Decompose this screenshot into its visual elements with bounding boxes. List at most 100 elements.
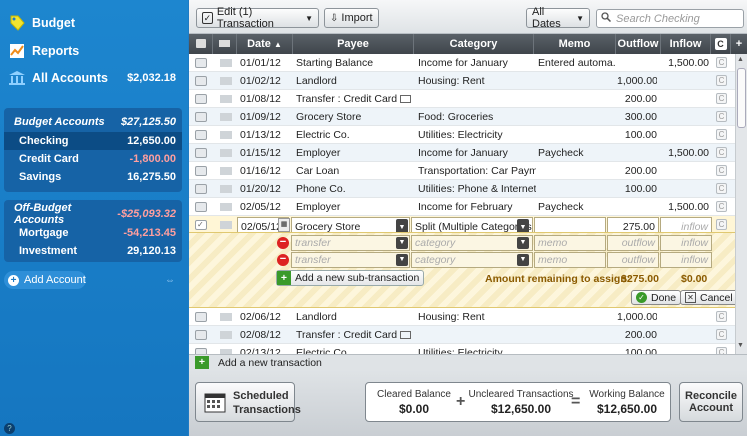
scheduled-transactions-button[interactable]: Scheduled Transactions — [195, 382, 301, 422]
row-checkbox[interactable] — [195, 94, 207, 104]
sub-category-dropdown-icon[interactable]: ▼ — [517, 254, 529, 266]
category-column-header[interactable]: Category — [414, 34, 534, 54]
cleared-toggle[interactable]: C — [716, 219, 727, 230]
row-checkbox[interactable] — [195, 76, 207, 86]
account-credit-card[interactable]: Credit Card -1,800.00 — [4, 150, 182, 168]
scrollbar-thumb[interactable] — [737, 68, 746, 128]
row-checkbox[interactable]: ✓ — [195, 220, 207, 230]
select-all-checkbox[interactable] — [189, 34, 213, 54]
remove-sub-transaction-icon[interactable]: − — [277, 237, 289, 249]
flag-icon[interactable] — [220, 131, 232, 139]
row-checkbox[interactable] — [195, 330, 207, 340]
cleared-toggle[interactable]: C — [716, 57, 727, 68]
sub-memo-field[interactable]: memo — [534, 235, 606, 251]
date-column-header[interactable]: Date ▲ — [237, 34, 293, 54]
sub-category-field[interactable]: category — [411, 252, 533, 268]
flag-icon[interactable] — [220, 167, 232, 175]
memo-column-header[interactable]: Memo — [534, 34, 616, 54]
cleared-column-header[interactable]: C — [711, 34, 731, 54]
nav-all-accounts[interactable]: All Accounts $2,032.18 — [0, 64, 188, 91]
sub-category-field[interactable]: category — [411, 235, 533, 251]
nav-budget[interactable]: Budget — [0, 9, 188, 36]
flag-icon[interactable] — [220, 77, 232, 85]
cleared-toggle[interactable]: C — [716, 165, 727, 176]
sub-payee-dropdown-icon[interactable]: ▼ — [396, 254, 408, 266]
search-input[interactable]: Search Checking — [596, 9, 744, 28]
flag-column-header[interactable] — [213, 34, 237, 54]
resize-handle-icon[interactable]: ⇔ — [165, 275, 175, 286]
outflow-column-header[interactable]: Outflow — [616, 34, 661, 54]
table-row[interactable]: 01/09/12 Grocery Store Food: Groceries 300.… — [189, 108, 735, 126]
table-row[interactable]: 02/05/12 Employer Income for February Paych… — [189, 198, 735, 216]
sub-inflow-field[interactable]: inflow — [660, 252, 712, 268]
cleared-toggle[interactable]: C — [716, 183, 727, 194]
table-row[interactable]: 01/13/12 Electric Co. Utilities: Electrici… — [189, 126, 735, 144]
remove-sub-transaction-icon[interactable]: − — [277, 254, 289, 266]
scroll-up-icon[interactable]: ▲ — [737, 56, 744, 63]
add-account-button[interactable]: + Add Account — [4, 271, 86, 289]
cleared-toggle[interactable]: C — [716, 347, 727, 354]
help-icon[interactable]: ? — [4, 423, 15, 434]
table-row[interactable]: 01/20/12 Phone Co. Utilities: Phone & Inte… — [189, 180, 735, 198]
flag-icon[interactable] — [220, 331, 232, 339]
cleared-toggle[interactable]: C — [716, 311, 727, 322]
row-checkbox[interactable] — [195, 184, 207, 194]
sub-category-dropdown-icon[interactable]: ▼ — [517, 237, 529, 249]
flag-icon[interactable] — [220, 59, 232, 67]
row-checkbox[interactable] — [195, 166, 207, 176]
flag-icon[interactable] — [220, 113, 232, 121]
row-checkbox[interactable] — [195, 312, 207, 322]
sub-inflow-field[interactable]: inflow — [660, 235, 712, 251]
add-transaction-bar[interactable]: + Add a new transaction — [189, 354, 747, 370]
date-filter-dropdown[interactable]: All Dates ▼ — [526, 6, 590, 30]
table-row[interactable]: 01/08/12 Transfer : Credit Card 200.00 C — [189, 90, 735, 108]
add-sub-transaction-button[interactable]: + Add a new sub-transaction — [276, 270, 425, 286]
import-button[interactable]: ⇩ Import — [324, 8, 379, 28]
reconcile-account-button[interactable]: Reconcile Account — [679, 382, 743, 422]
row-checkbox[interactable] — [195, 130, 207, 140]
flag-icon[interactable] — [220, 221, 232, 229]
nav-reports[interactable]: Reports — [0, 37, 188, 64]
row-checkbox[interactable] — [195, 112, 207, 122]
done-button[interactable]: ✓ Done — [631, 290, 682, 305]
sub-payee-field[interactable]: transfer — [291, 235, 410, 251]
add-column-button[interactable]: + — [731, 34, 747, 54]
cleared-toggle[interactable]: C — [716, 93, 727, 104]
calendar-icon[interactable]: ▦ — [278, 218, 290, 232]
table-row[interactable]: 02/13/12 Electric Co. Utilities: Electrici… — [189, 344, 735, 354]
account-mortgage[interactable]: Mortgage -54,213.45 — [4, 224, 182, 242]
vertical-scrollbar[interactable]: ▲ ▼ — [735, 54, 747, 354]
cleared-toggle[interactable]: C — [716, 201, 727, 212]
cleared-toggle[interactable]: C — [716, 147, 727, 158]
cleared-toggle[interactable]: C — [716, 111, 727, 122]
table-row[interactable]: 01/15/12 Employer Income for January Payche… — [189, 144, 735, 162]
sub-payee-dropdown-icon[interactable]: ▼ — [396, 237, 408, 249]
account-investment[interactable]: Investment 29,120.13 — [4, 242, 182, 260]
off-budget-accounts-header[interactable]: Off-Budget Accounts -$25,093.32 — [4, 202, 182, 226]
budget-accounts-header[interactable]: Budget Accounts $27,125.50 — [4, 112, 182, 132]
flag-icon[interactable] — [220, 149, 232, 157]
table-row[interactable]: 01/16/12 Car Loan Transportation: Car Paym… — [189, 162, 735, 180]
scroll-down-icon[interactable]: ▼ — [737, 342, 744, 349]
flag-icon[interactable] — [220, 203, 232, 211]
inflow-column-header[interactable]: Inflow — [661, 34, 711, 54]
account-checking[interactable]: Checking 12,650.00 — [4, 132, 182, 150]
table-row[interactable]: 01/02/12 Landlord Housing: Rent 1,000.00 C — [189, 72, 735, 90]
cancel-button[interactable]: ✕ Cancel — [680, 290, 738, 305]
cleared-toggle[interactable]: C — [716, 75, 727, 86]
table-row[interactable]: 01/01/12 Starting Balance Income for Janua… — [189, 54, 735, 72]
sub-payee-field[interactable]: transfer — [291, 252, 410, 268]
table-row[interactable]: 02/08/12 Transfer : Credit Card 200.00 C — [189, 326, 735, 344]
flag-icon[interactable] — [220, 95, 232, 103]
sub-outflow-field[interactable]: outflow — [607, 252, 659, 268]
row-checkbox[interactable] — [195, 202, 207, 212]
flag-icon[interactable] — [220, 185, 232, 193]
sub-memo-field[interactable]: memo — [534, 252, 606, 268]
row-checkbox[interactable] — [195, 148, 207, 158]
flag-icon[interactable] — [220, 313, 232, 321]
row-checkbox[interactable] — [195, 58, 207, 68]
payee-column-header[interactable]: Payee — [293, 34, 414, 54]
cleared-toggle[interactable]: C — [716, 129, 727, 140]
table-row[interactable]: 02/06/12 Landlord Housing: Rent 1,000.00 C — [189, 308, 735, 326]
sub-outflow-field[interactable]: outflow — [607, 235, 659, 251]
